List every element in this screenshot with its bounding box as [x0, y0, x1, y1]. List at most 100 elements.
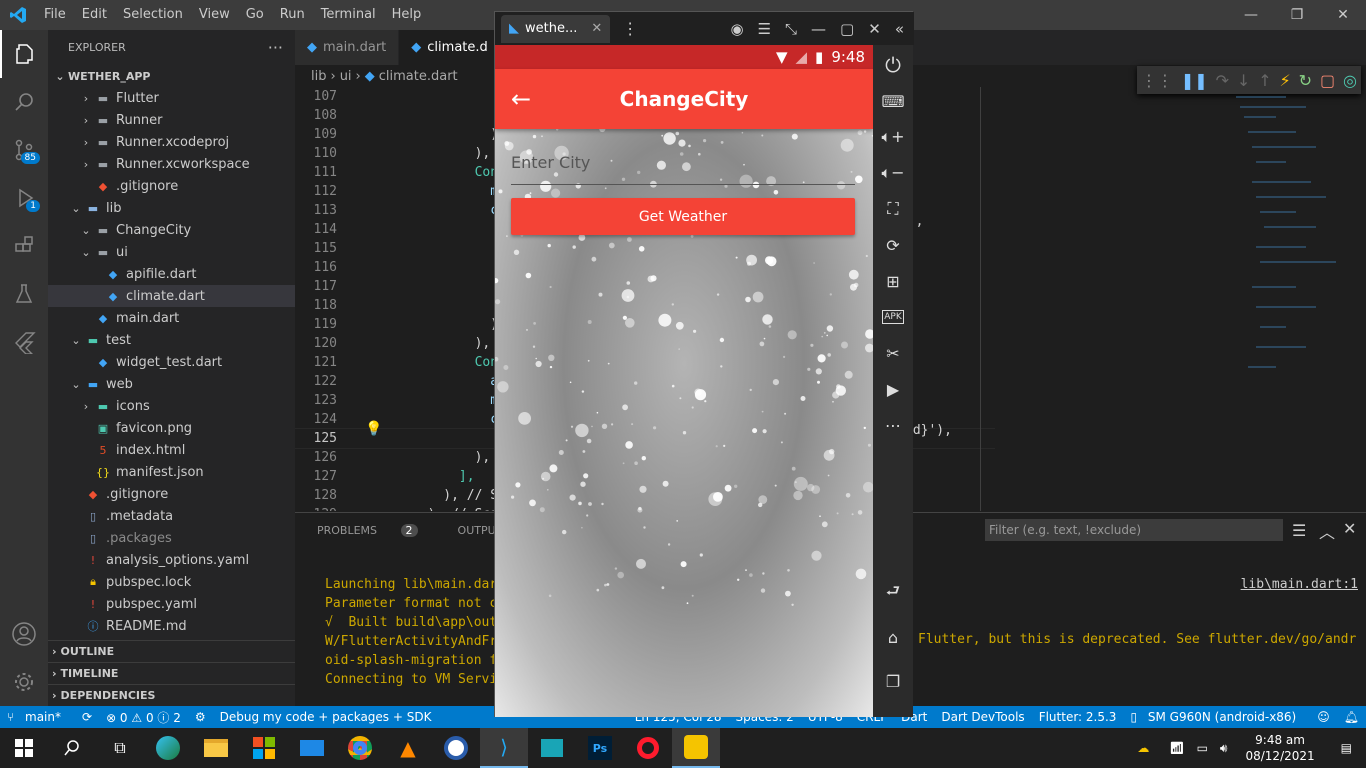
- tab-main-dart[interactable]: ◆ main.dart: [295, 30, 400, 65]
- add-icon[interactable]: ⊞: [873, 263, 913, 299]
- minimize-icon[interactable]: —: [1228, 0, 1274, 30]
- volume-up-icon[interactable]: 🔈︎+: [873, 119, 913, 155]
- tree-item[interactable]: ◆ .gitignore: [48, 483, 295, 505]
- section-dependencies[interactable]: › DEPENDENCIES: [48, 684, 295, 706]
- output-source-link[interactable]: lib\main.dart:1: [1241, 577, 1358, 592]
- photoshop-icon[interactable]: Ps: [576, 728, 624, 768]
- project-folder[interactable]: ⌄ WETHER_APP: [48, 65, 295, 87]
- close-icon[interactable]: ✕: [868, 20, 881, 38]
- tree-item[interactable]: ◆ widget_test.dart: [48, 351, 295, 373]
- more-options-icon[interactable]: ⋯: [873, 407, 913, 443]
- android-home-icon[interactable]: ⌂: [873, 619, 913, 655]
- tree-item[interactable]: {} manifest.json: [48, 461, 295, 483]
- tab-menu-icon[interactable]: ⋮: [622, 19, 638, 38]
- scissors-icon[interactable]: ✂: [873, 335, 913, 371]
- screenshot-icon[interactable]: ⛶: [873, 191, 913, 227]
- tab-problems[interactable]: PROBLEMS 2: [317, 524, 438, 537]
- account-icon[interactable]: ◉: [730, 20, 743, 38]
- hamburger-menu-icon[interactable]: ☰: [758, 20, 771, 38]
- keyboard-icon[interactable]: ⌨: [873, 83, 913, 119]
- tree-item[interactable]: ! pubspec.yaml: [48, 593, 295, 615]
- maximize-icon[interactable]: ▢: [840, 20, 854, 38]
- lightbulb-icon[interactable]: 💡: [365, 421, 382, 437]
- rotate-icon[interactable]: ⟳: [873, 227, 913, 263]
- weather-tray-icon[interactable]: ☁: [1137, 741, 1149, 755]
- tree-item[interactable]: ⌄ ▬ test: [48, 329, 295, 351]
- tree-item[interactable]: › ▬ Flutter: [48, 87, 295, 109]
- close-tab-icon[interactable]: ✕: [591, 21, 602, 36]
- apk-icon[interactable]: APK: [873, 299, 913, 335]
- tree-item[interactable]: ! analysis_options.yaml: [48, 549, 295, 571]
- drag-handle-icon[interactable]: ⋮⋮: [1141, 71, 1173, 90]
- file-explorer-icon[interactable]: [192, 728, 240, 768]
- source-control-icon[interactable]: 85: [0, 126, 48, 174]
- notifications-bell-icon[interactable]: 🔔︎: [1344, 710, 1359, 724]
- tree-item[interactable]: ▯ .metadata: [48, 505, 295, 527]
- menu-item-selection[interactable]: Selection: [115, 0, 191, 30]
- menu-item-file[interactable]: File: [36, 0, 74, 30]
- tree-item[interactable]: ▣ favicon.png: [48, 417, 295, 439]
- dart-devtools[interactable]: Dart DevTools: [941, 710, 1024, 724]
- vscode-taskbar-icon[interactable]: ⟩: [480, 728, 528, 768]
- close-panel-icon[interactable]: ✕: [1343, 519, 1356, 538]
- mail-icon[interactable]: [288, 728, 336, 768]
- section-outline[interactable]: › OUTLINE: [48, 640, 295, 662]
- power-icon[interactable]: ⏻: [873, 47, 913, 83]
- breadcrumb-item[interactable]: climate.dart: [379, 69, 458, 84]
- app-circle-icon[interactable]: [432, 728, 480, 768]
- menu-item-help[interactable]: Help: [384, 0, 430, 30]
- tree-item[interactable]: ⌄ ▬ ChangeCity: [48, 219, 295, 241]
- edge-browser-icon[interactable]: [144, 728, 192, 768]
- tree-item[interactable]: 5 index.html: [48, 439, 295, 461]
- quick-share-icon[interactable]: [528, 728, 576, 768]
- vlc-icon[interactable]: ▲: [384, 728, 432, 768]
- testing-flask-icon[interactable]: [0, 270, 48, 318]
- windows-start-icon[interactable]: [0, 728, 48, 768]
- tree-item[interactable]: 🔒︎ pubspec.lock: [48, 571, 295, 593]
- tree-item[interactable]: › ▬ icons: [48, 395, 295, 417]
- explorer-icon[interactable]: [0, 30, 48, 78]
- search-icon[interactable]: [0, 78, 48, 126]
- tree-item[interactable]: ◆ climate.dart: [48, 285, 295, 307]
- collapse-toolbar-icon[interactable]: «: [895, 20, 904, 38]
- tab-climate-dart[interactable]: ◆ climate.d: [399, 30, 501, 65]
- menu-item-terminal[interactable]: Terminal: [313, 0, 384, 30]
- collapse-all-icon[interactable]: ☰: [1292, 521, 1306, 540]
- flutter-icon[interactable]: [0, 318, 48, 366]
- network-tray-icon[interactable]: 📶︎: [1169, 741, 1184, 755]
- android-overview-icon[interactable]: ❐: [873, 663, 913, 699]
- branch-icon[interactable]: ⑂ main*: [7, 710, 68, 724]
- get-weather-button[interactable]: Get Weather: [511, 198, 855, 235]
- menu-item-view[interactable]: View: [191, 0, 238, 30]
- emulator-taskbar-icon[interactable]: [672, 728, 720, 768]
- tree-item[interactable]: ◆ main.dart: [48, 307, 295, 329]
- opera-icon[interactable]: [624, 728, 672, 768]
- feedback-icon[interactable]: ☺: [1317, 710, 1330, 724]
- accounts-icon[interactable]: [0, 610, 48, 658]
- tree-item[interactable]: ⓘ README.md: [48, 615, 295, 637]
- manage-gear-icon[interactable]: [0, 658, 48, 706]
- maximize-panel-icon[interactable]: ︿: [1319, 519, 1335, 543]
- output-filter-input[interactable]: Filter (e.g. text, !exclude): [985, 519, 1283, 541]
- menu-item-go[interactable]: Go: [238, 0, 272, 30]
- breadcrumb-item[interactable]: ui: [340, 69, 352, 84]
- back-arrow-icon[interactable]: ←: [511, 85, 531, 113]
- debug-config-icon[interactable]: ⚙: [195, 710, 206, 724]
- battery-tray-icon[interactable]: ▭: [1197, 741, 1208, 755]
- taskbar-date[interactable]: 08/12/2021: [1245, 748, 1314, 764]
- tree-item[interactable]: ⌄ ▬ ui: [48, 241, 295, 263]
- menu-item-run[interactable]: Run: [272, 0, 313, 30]
- emulator-tab[interactable]: ◣ wethe... ✕: [501, 14, 611, 43]
- action-center-icon[interactable]: ▤: [1341, 741, 1352, 755]
- tree-item[interactable]: › ▬ Runner.xcodeproj: [48, 131, 295, 153]
- volume-tray-icon[interactable]: 🔊︎: [1220, 741, 1228, 756]
- run-debug-icon[interactable]: 1: [0, 174, 48, 222]
- minimap[interactable]: [1226, 87, 1346, 387]
- device-selector[interactable]: ▯ SM G960N (android-x86): [1130, 710, 1303, 724]
- close-icon[interactable]: ✕: [1320, 0, 1366, 30]
- section-timeline[interactable]: › TIMELINE: [48, 662, 295, 684]
- taskbar-time[interactable]: 9:48 am: [1255, 732, 1305, 748]
- restore-icon[interactable]: ❐: [1274, 0, 1320, 30]
- sync-icon[interactable]: ⟳: [82, 710, 92, 724]
- flutter-version[interactable]: Flutter: 2.5.3: [1039, 710, 1117, 724]
